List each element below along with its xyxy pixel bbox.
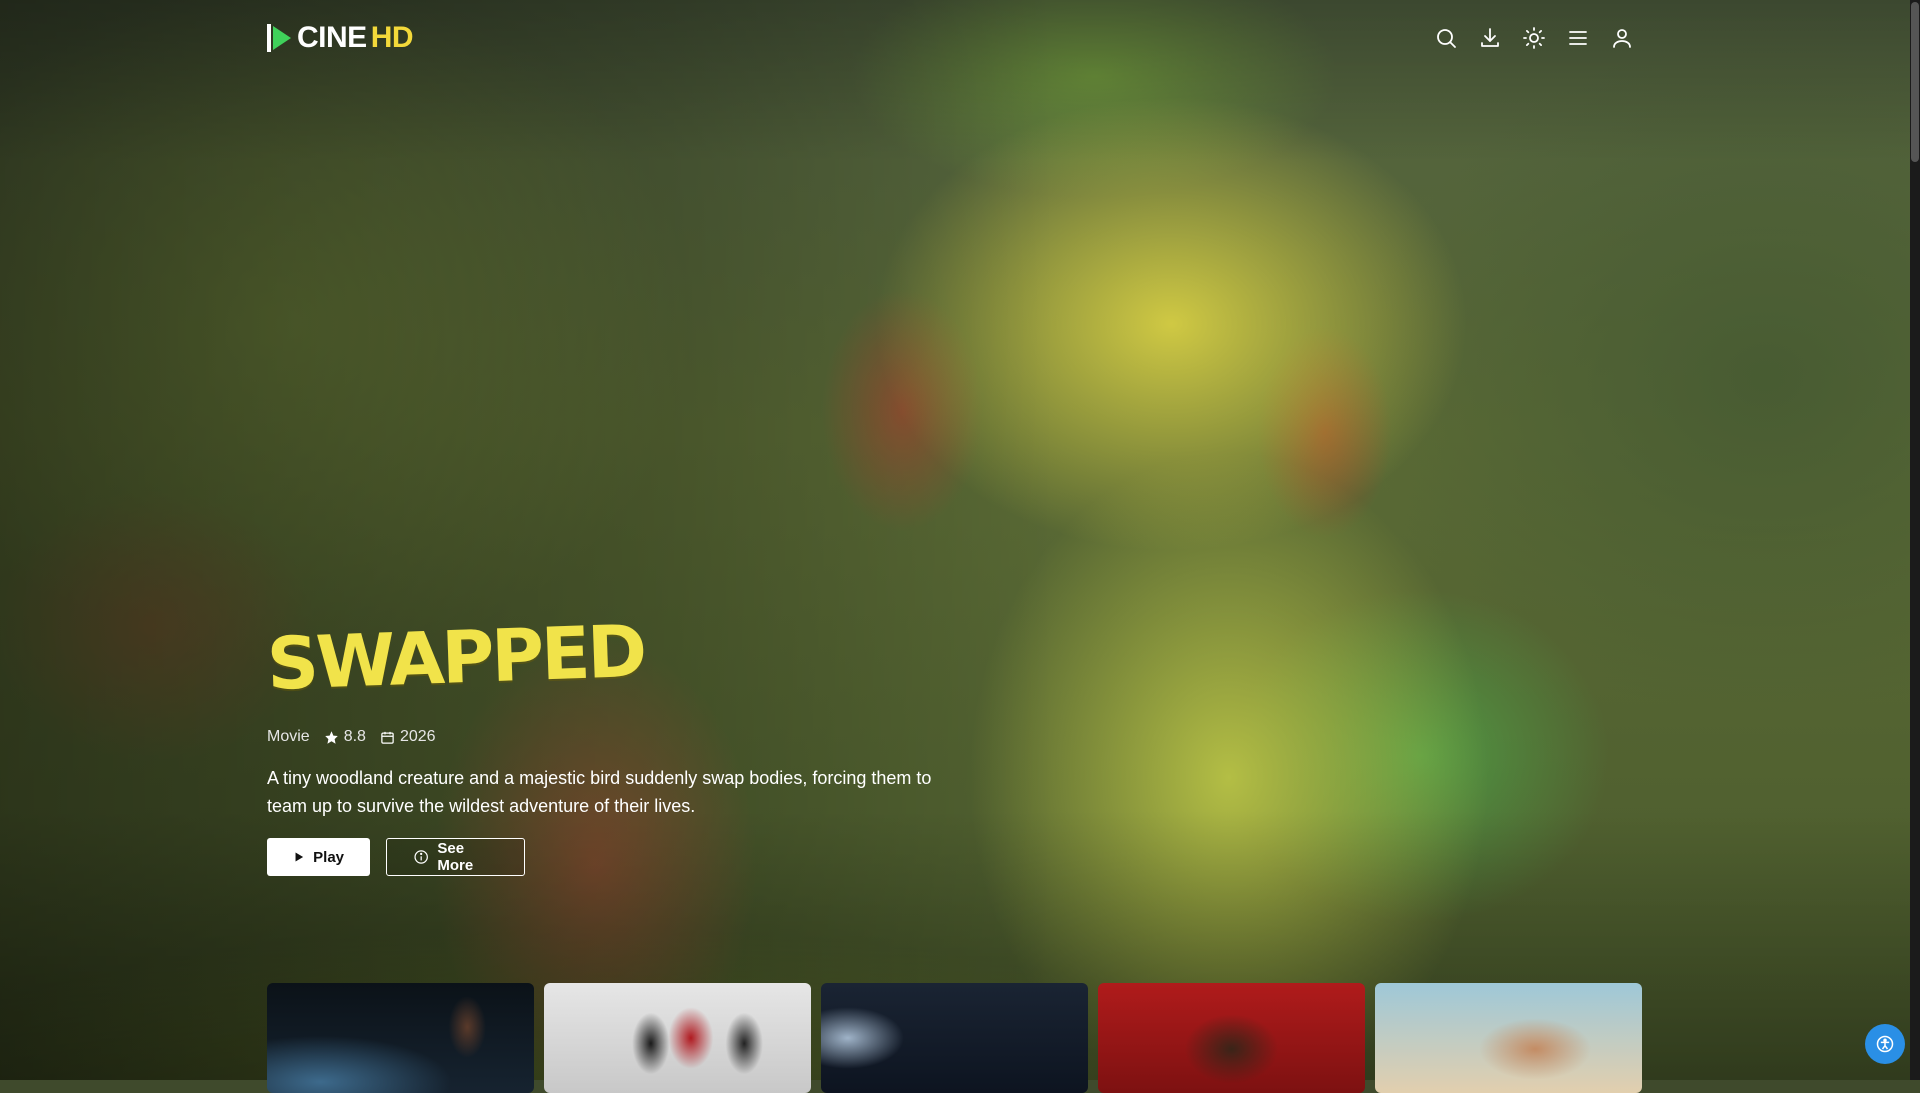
row-thumbnail-4[interactable] [1098,983,1365,1093]
accessibility-button[interactable] [1865,1024,1905,1064]
menu-button[interactable] [1565,25,1591,51]
scrollbar-thumb[interactable] [1911,2,1919,162]
year-value: 2026 [399,728,436,745]
top-nav: CINE HD [267,20,1635,56]
sun-icon [1523,27,1545,49]
logo-text-accent: HD [370,21,414,54]
search-icon [1437,29,1456,48]
calendar-icon [381,731,394,744]
play-button[interactable]: Play [267,838,370,876]
row-thumbnail-1[interactable] [267,983,534,1093]
logo-text-main: CINE [297,21,367,54]
hero-overlay [0,0,1920,1080]
info-icon [414,850,428,864]
hero-meta: Movie 8.8 2026 [267,728,967,746]
hero-title-logo: SWAPPED [265,608,646,706]
play-icon [295,852,304,862]
see-more-button[interactable]: See More [386,838,525,876]
user-icon [1613,29,1631,48]
hero-content: SWAPPED Movie 8.8 2026 A tiny woodland c… [266,609,967,876]
download-button[interactable] [1477,25,1503,51]
menu-icon [1569,31,1587,45]
release-year: 2026 [380,728,436,746]
download-icon [1481,28,1499,47]
see-more-button-label: See More [437,840,474,874]
rating-value: 8.8 [343,728,366,745]
hero-description: A tiny woodland creature and a majestic … [267,768,932,816]
site-logo[interactable]: CINE HD [267,21,414,55]
theme-toggle-button[interactable] [1521,25,1547,51]
content-type: Movie [267,728,310,745]
rating: 8.8 [324,728,366,746]
row-thumbnail-3[interactable] [821,983,1088,1093]
page-scrollbar[interactable] [1910,0,1920,1080]
row-thumbnail-5[interactable] [1375,983,1642,1093]
row-thumbnail-2[interactable] [544,983,811,1093]
content-row [267,983,1642,1093]
account-button[interactable] [1609,25,1635,51]
play-logo-icon [267,24,291,52]
play-button-label: Play [313,848,344,866]
accessibility-icon [1876,1035,1894,1053]
search-button[interactable] [1433,25,1459,51]
nav-icon-group [1433,25,1635,51]
hero-actions: Play See More [267,838,967,876]
star-icon [324,730,338,744]
